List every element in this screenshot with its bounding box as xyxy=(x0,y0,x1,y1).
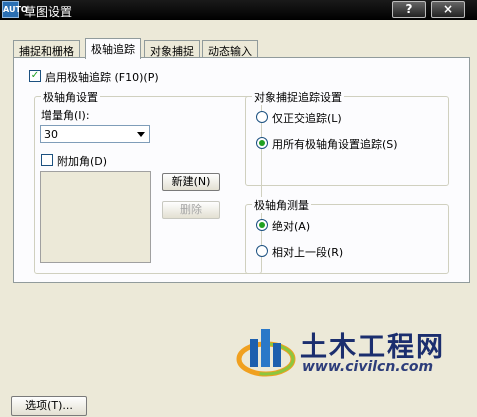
dropdown-arrow-icon xyxy=(137,132,145,137)
increment-angle-label: 增量角(I): xyxy=(41,109,90,122)
tab-object-snap[interactable]: 对象捕捉 xyxy=(144,40,200,58)
additional-angles-checkbox[interactable] xyxy=(41,154,53,166)
radio-selected-dot xyxy=(259,222,265,228)
polar-angle-settings-title: 极轴角设置 xyxy=(41,89,100,105)
additional-angles-label[interactable]: 附加角(D) xyxy=(57,153,107,169)
ortho-tracking-radio[interactable] xyxy=(256,111,268,123)
increment-angle-select[interactable]: 30 xyxy=(40,125,150,143)
new-angle-button[interactable]: 新建(N) xyxy=(162,173,220,191)
absolute-radio[interactable] xyxy=(256,219,268,231)
enable-polar-checkbox[interactable]: ✓ xyxy=(29,70,41,82)
civilcn-logo-icon xyxy=(236,329,296,377)
object-snap-tracking-title: 对象捕捉追踪设置 xyxy=(252,89,344,105)
delete-angle-button[interactable]: 删除 xyxy=(162,201,220,219)
enable-polar-label[interactable]: 启用极轴追踪 (F10)(P) xyxy=(45,69,159,85)
all-polar-tracking-radio[interactable] xyxy=(256,137,268,149)
autocad-app-icon: AUTO xyxy=(2,1,28,18)
watermark-url: www.civilcn.com xyxy=(302,359,434,375)
tab-dynamic-input[interactable]: 动态输入 xyxy=(202,40,258,58)
all-polar-tracking-label[interactable]: 用所有极轴角设置追踪(S) xyxy=(272,136,398,152)
window-title: 草图设置 xyxy=(24,5,73,19)
additional-angles-list[interactable] xyxy=(40,171,151,263)
tab-snap-and-grid[interactable]: 捕捉和栅格 xyxy=(13,40,80,58)
help-button[interactable]: ? xyxy=(392,1,426,18)
relative-last-segment-radio[interactable] xyxy=(256,245,268,257)
absolute-label[interactable]: 绝对(A) xyxy=(272,218,310,234)
object-snap-tracking-group: 对象捕捉追踪设置 仅正交追踪(L) 用所有极轴角设置追踪(S) xyxy=(245,89,449,186)
polar-angle-measurement-title: 极轴角测量 xyxy=(252,197,311,213)
tab-polar-tracking[interactable]: 极轴追踪 xyxy=(85,38,141,59)
close-button[interactable]: × xyxy=(431,1,465,18)
increment-angle-value: 30 xyxy=(44,128,58,141)
relative-last-segment-label[interactable]: 相对上一段(R) xyxy=(272,244,343,260)
radio-selected-dot xyxy=(259,140,265,146)
title-bar: AUTO 草图设置 ? × xyxy=(0,0,477,20)
ortho-tracking-label[interactable]: 仅正交追踪(L) xyxy=(272,110,342,126)
polar-angle-measurement-group: 极轴角测量 绝对(A) 相对上一段(R) xyxy=(245,197,449,274)
polar-angle-settings-group: 极轴角设置 增量角(I): 30 附加角(D) 新建(N) 删除 xyxy=(34,89,262,274)
polar-tracking-panel: ✓ 启用极轴追踪 (F10)(P) 极轴角设置 增量角(I): 30 附加角(D… xyxy=(13,57,470,283)
options-button[interactable]: 选项(T)... xyxy=(11,396,87,416)
watermark: 土木工程网 www.civilcn.com xyxy=(236,321,460,381)
